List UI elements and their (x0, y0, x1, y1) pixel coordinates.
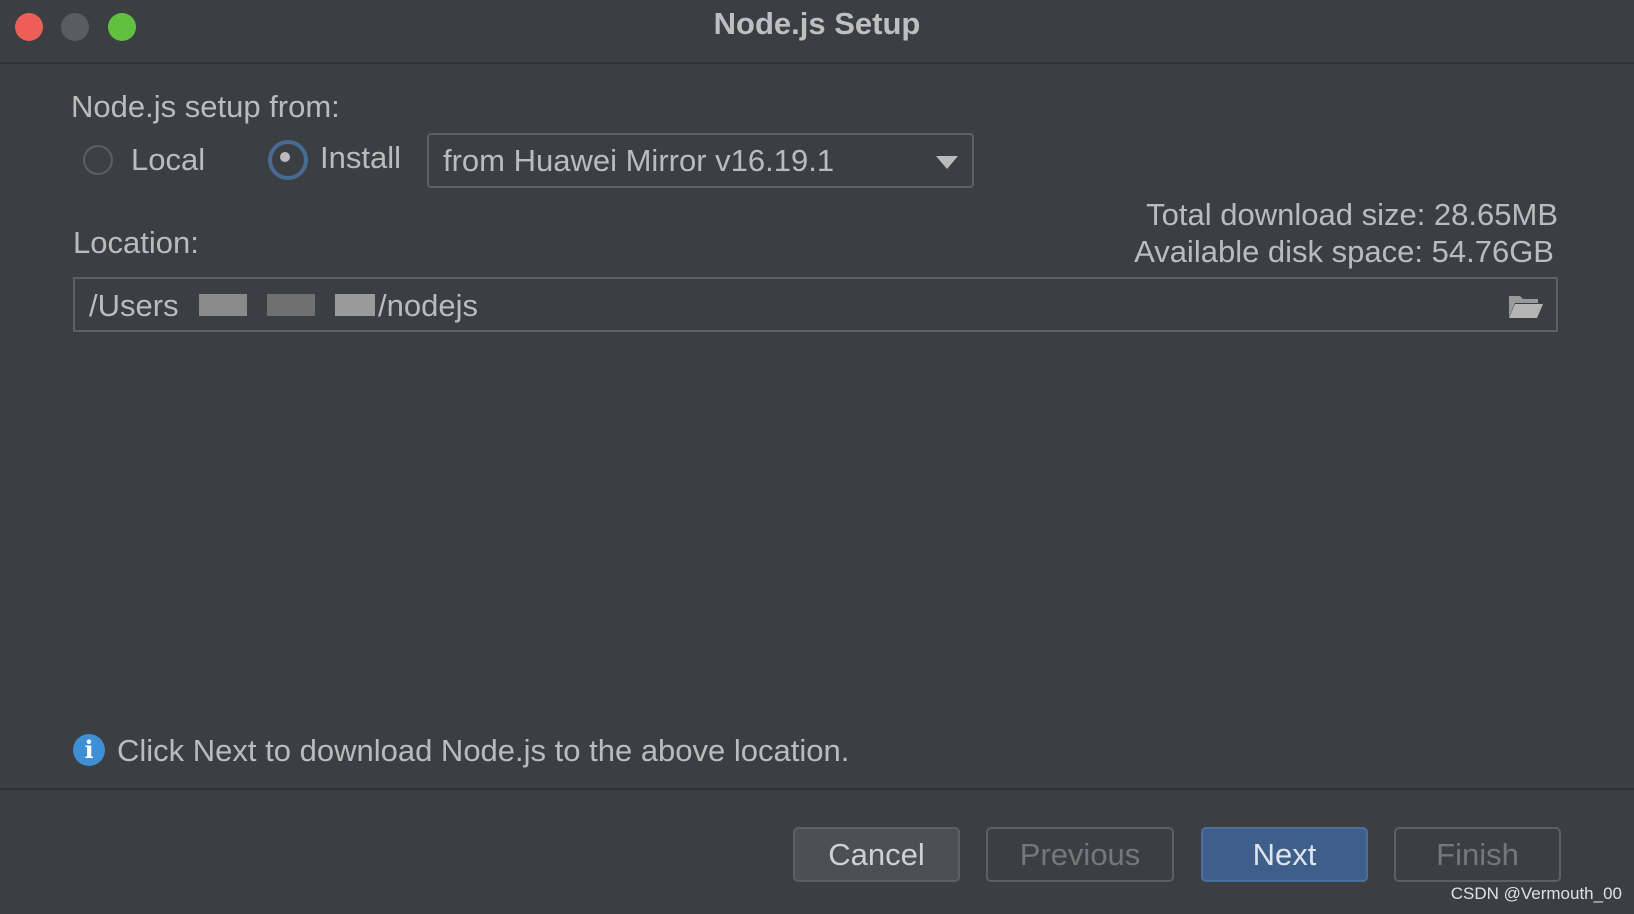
folder-open-icon[interactable] (1508, 293, 1544, 319)
redacted-block (267, 294, 315, 316)
finish-button[interactable]: Finish (1394, 827, 1561, 882)
source-select[interactable]: from Huawei Mirror v16.19.1 (427, 133, 974, 188)
info-icon: i (73, 734, 105, 766)
radio-install[interactable] (268, 140, 308, 180)
cancel-button[interactable]: Cancel (793, 827, 960, 882)
title-divider (0, 62, 1634, 64)
info-text: Click Next to download Node.js to the ab… (117, 733, 850, 768)
location-suffix: /nodejs (378, 288, 478, 323)
redacted-block (335, 294, 375, 316)
disk-space: Available disk space: 54.76GB (1134, 234, 1554, 269)
previous-button[interactable]: Previous (986, 827, 1174, 882)
source-select-value: from Huawei Mirror v16.19.1 (443, 143, 835, 178)
window-title: Node.js Setup (713, 6, 921, 41)
radio-install-label[interactable]: Install (320, 140, 401, 176)
radio-local-label[interactable]: Local (131, 142, 205, 178)
next-button[interactable]: Next (1201, 827, 1368, 882)
setup-from-label: Node.js setup from: (71, 89, 340, 124)
chevron-down-icon (936, 156, 958, 169)
download-size: Total download size: 28.65MB (1146, 197, 1558, 232)
location-prefix: /Users (89, 288, 179, 323)
location-label: Location: (73, 225, 199, 260)
watermark: CSDN @Vermouth_00 (1450, 884, 1622, 903)
location-input[interactable]: /Users /nodejs (73, 277, 1558, 332)
redacted-block (199, 294, 247, 316)
radio-local[interactable] (83, 145, 113, 175)
footer-divider (0, 788, 1634, 790)
